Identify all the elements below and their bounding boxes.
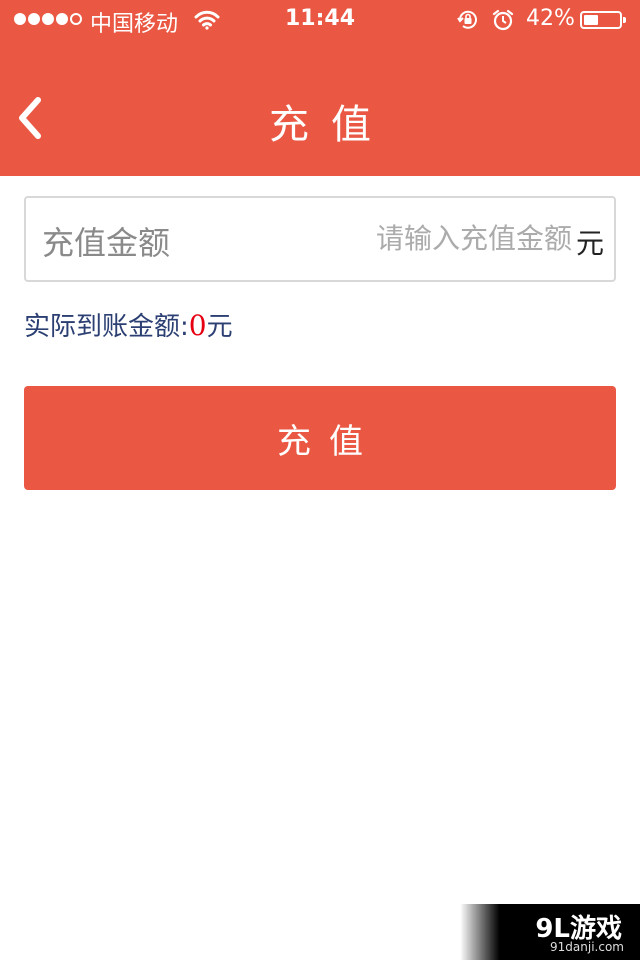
- actual-credited-amount: 实际到账金额:0元: [24, 306, 233, 343]
- amount-unit-label: 元: [575, 227, 604, 260]
- battery-percent: 42%: [526, 6, 575, 31]
- actual-amount-unit: 元: [206, 312, 233, 342]
- battery-icon: [580, 11, 626, 29]
- rotation-lock-icon: [456, 9, 480, 37]
- battery-level: [584, 15, 598, 25]
- recharge-submit-button[interactable]: 充值: [24, 386, 616, 490]
- page-title: 充值: [269, 102, 393, 148]
- battery-nub: [623, 17, 626, 23]
- site-watermark: 9L游戏 91danji.com: [460, 904, 640, 960]
- actual-amount-label: 实际到账金额:: [24, 312, 189, 342]
- watermark-url: 91danji.com: [550, 940, 624, 954]
- recharge-amount-label: 充值金额: [42, 224, 171, 262]
- recharge-amount-input[interactable]: [196, 212, 572, 264]
- alarm-icon: [492, 9, 514, 37]
- actual-amount-value: 0: [188, 309, 207, 342]
- status-bar: 中国移动 11:44 42%: [0, 0, 640, 40]
- header: 中国移动 11:44 42% 充值: [0, 0, 640, 176]
- recharge-amount-field[interactable]: 充值金额 元: [24, 196, 616, 282]
